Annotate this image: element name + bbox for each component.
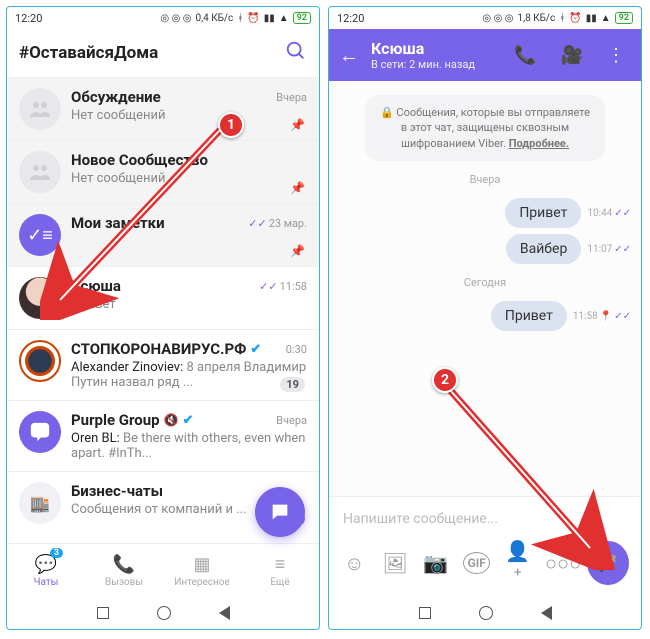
date-separator: Вчера [339,173,631,186]
location-icon: 📍 [600,311,612,322]
message-row[interactable]: Привет 10:44 ✓✓ [339,198,631,228]
nav-more[interactable]: ≡Ещё [241,544,319,597]
gallery-icon[interactable]: 🖼 [382,551,409,575]
chat-row[interactable]: ОбсуждениеВчера Нет сообщений 📌 [7,78,319,141]
more-icon[interactable]: ⋮ [601,45,631,66]
verified-icon: ✔ [250,342,261,357]
verified-icon: ✔ [183,413,194,428]
message-bubble: Вайбер [506,234,581,264]
search-icon[interactable] [285,40,307,66]
recents-button[interactable] [419,607,431,619]
conversation-body: 🔒 Сообщения, которые вы отправляете в эт… [329,81,641,496]
battery-icon: 92 [293,12,311,24]
wifi-icon: ▲ [279,13,289,24]
phone-conversation: 12:20 ◎ ◎ ◎ 1,8 КБ/с ᚼ ⏰ ▮▮ ▲ 92 ← Ксюша… [328,6,642,630]
phone-chat-list: 12:20 ◎ ◎ ◎ 0,4 КБ/с ᚼ ⏰ ▮▮ ▲ 92 #Остава… [6,6,320,630]
notes-avatar-icon: ✓≡ [19,214,61,256]
message-row[interactable]: Вайбер 11:07 ✓✓ [339,234,631,264]
bottom-nav: 💬 Чаты 3 📞Вызовы ▦Интересное ≡Ещё [7,543,319,597]
message-bubble: Привет [505,198,581,228]
more-attach-icon[interactable]: ○○○ [545,551,573,576]
chat-row[interactable]: Purple Group🔇✔Вчера Oren BL: Be there wi… [7,401,319,472]
recents-button[interactable] [97,607,109,619]
callout-2: 2 [432,367,458,393]
camera-icon[interactable]: 📷 [422,551,449,575]
back-icon[interactable]: ← [339,43,359,68]
video-icon[interactable]: 🎥 [555,45,589,66]
nav-calls[interactable]: 📞Вызовы [85,544,163,597]
clock: 12:20 [15,12,42,25]
date-separator: Сегодня [339,276,631,289]
message-input[interactable]: Напишите сообщение... [339,505,631,533]
grid-icon: ▦ [193,554,210,575]
read-icon: ✓✓ [614,244,631,255]
chat-row-ksyusha[interactable]: Ксюша✓✓11:58 Привет [7,267,319,330]
chat-row[interactable]: ✓≡ Мои заметки✓✓23 мар. 📌 [7,204,319,267]
contact-title[interactable]: Ксюша В сети: 2 мин. назад [371,39,496,71]
android-nav [7,597,319,629]
menu-icon: ≡ [275,554,286,575]
chat-row[interactable]: Новое Сообщество Нет сообщений 📌 [7,141,319,204]
pin-icon: 📌 [290,244,305,258]
chat-list: ОбсуждениеВчера Нет сообщений 📌 Новое Со… [7,77,319,543]
encryption-notice[interactable]: 🔒 Сообщения, которые вы отправляете в эт… [365,95,605,161]
group-avatar-icon [19,88,61,130]
viber-avatar-icon [19,411,61,453]
alarm-icon: ⏰ [569,13,581,24]
pin-icon: 📌 [290,181,305,195]
back-button[interactable] [541,606,552,620]
status-bar: 12:20 ◎ ◎ ◎ 1,8 КБ/с ᚼ ⏰ ▮▮ ▲ 92 [329,7,641,29]
back-button[interactable] [219,606,230,620]
nav-interesting[interactable]: ▦Интересное [163,544,241,597]
clock: 12:20 [337,12,364,25]
business-avatar-icon: 🏬 [19,482,61,524]
mention-icon[interactable]: 👤⁺ [504,539,531,587]
status-bar: 12:20 ◎ ◎ ◎ 0,4 КБ/с ᚼ ⏰ ▮▮ ▲ 92 [7,7,319,29]
signal-icon: ▮▮ [586,13,597,24]
battery-icon: 92 [615,12,633,24]
contact-avatar [19,277,61,319]
home-button[interactable] [157,606,171,620]
message-bubble: Привет [491,301,567,331]
home-button[interactable] [479,606,493,620]
sticker-icon[interactable]: ☺ [341,551,368,576]
learn-more-link[interactable]: Подробнее. [509,137,569,150]
message-row[interactable]: Привет 11:58 📍✓✓ [339,301,631,331]
bluetooth-icon: ᚼ [559,13,565,24]
voice-record-button[interactable]: 🎤 [587,541,629,585]
conversation-header: ← Ксюша В сети: 2 мин. назад 📞 🎥 ⋮ [329,29,641,81]
pin-icon: 📌 [290,118,305,132]
android-nav [329,597,641,629]
muted-icon: 🔇 [164,413,179,427]
chat-row[interactable]: СТОПКОРОНАВИРУС.РФ✔0:30 Alexander Zinovi… [7,330,319,401]
compose-fab[interactable] [255,487,305,537]
wifi-icon: ▲ [601,13,611,24]
callout-1: 1 [218,112,244,138]
read-icon: ✓✓ [614,311,631,322]
channel-avatar [19,340,61,382]
app-title: #ОставайсяДома [19,43,158,63]
bluetooth-icon: ᚼ [237,13,243,24]
chat-list-header: #ОставайсяДома [7,29,319,77]
signal-icon: ▮▮ [264,13,275,24]
group-avatar-icon [19,151,61,193]
lock-icon: 🔒 [380,106,394,119]
phone-icon: 📞 [113,554,135,575]
nav-chats[interactable]: 💬 Чаты 3 [7,544,85,597]
alarm-icon: ⏰ [247,13,259,24]
unread-badge: 19 [280,377,305,392]
message-input-area: Напишите сообщение... ☺ 🖼 📷 GIF 👤⁺ ○○○ 🎤 [329,496,641,597]
call-icon[interactable]: 📞 [508,45,542,66]
nav-badge: 3 [50,548,63,558]
gif-icon[interactable]: GIF [463,552,490,574]
read-icon: ✓✓ [614,208,631,219]
